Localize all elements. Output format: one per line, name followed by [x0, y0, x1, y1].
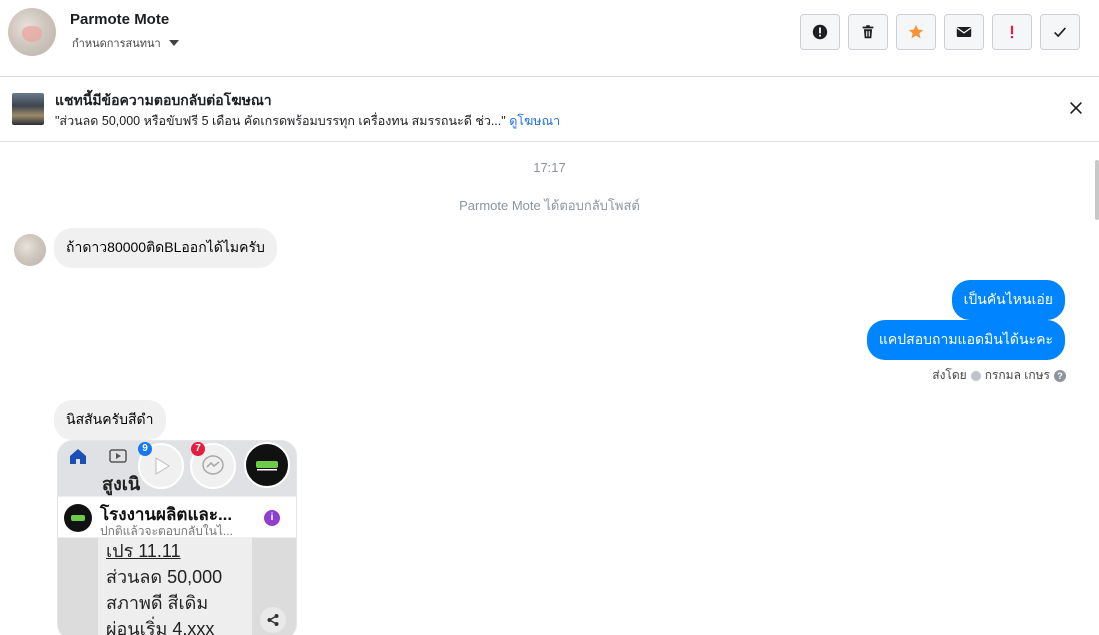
mark-done-button[interactable]	[1040, 14, 1080, 50]
delete-button[interactable]	[848, 14, 888, 50]
message-bubble-in[interactable]: ถ้าดาว80000ติดBLออกได้ไมครับ	[54, 228, 277, 268]
message-bubble-out[interactable]: แคปสอบถามแอดมินได้นะคะ	[866, 320, 1065, 360]
thread-scrollbar[interactable]	[1093, 142, 1099, 635]
video-count-badge: 9	[138, 442, 152, 456]
ad-thumbnail[interactable]	[12, 93, 44, 125]
share-icon	[267, 614, 279, 626]
mark-spam-button[interactable]	[800, 14, 840, 50]
post-line: เปร 11.11	[106, 541, 181, 561]
mark-unread-button[interactable]	[944, 14, 984, 50]
sent-by-info: ส่งโดย กรกมล เกษร ?	[932, 366, 1066, 385]
sent-by-label: ส่งโดย	[932, 368, 967, 382]
ad-quote: "ส่วนลด 50,000 หรือขับฟรี 5 เดือน คัดเกร…	[55, 114, 506, 128]
ad-banner-text: "ส่วนลด 50,000 หรือขับฟรี 5 เดือน คัดเกร…	[55, 111, 560, 131]
messenger-count-badge: 7	[191, 442, 205, 456]
play-icon	[155, 457, 170, 475]
verified-dot-icon	[970, 370, 981, 381]
page-info-row[interactable]: โรงงานผลิตและ... ปกติแล้วจะตอบกลับในไ...…	[58, 496, 296, 538]
check-icon	[1054, 27, 1067, 38]
share-button[interactable]	[260, 607, 286, 633]
messenger-icon	[202, 455, 224, 475]
ad-banner-title: แชทนี้มีข้อความตอบกลับต่อโฆษณา	[55, 92, 272, 108]
star-button[interactable]	[896, 14, 936, 50]
assign-conversation-dropdown[interactable]: กำหนดการสนทนา	[72, 34, 179, 52]
shared-post-card[interactable]: สูงเนิ 9 7 โรงงานผลิตและ... ปกติแล้วจะตอ…	[57, 440, 297, 635]
page-avatar	[64, 504, 92, 532]
envelope-icon	[956, 27, 972, 37]
exclamation-icon	[1010, 25, 1014, 39]
ad-reply-banner: แชทนี้มีข้อความตอบกลับต่อโฆษณา "ส่วนลด 5…	[0, 77, 1099, 142]
truck-logo-icon	[256, 461, 278, 471]
help-icon[interactable]: ?	[1054, 369, 1066, 382]
trash-icon	[862, 25, 874, 39]
follow-up-button[interactable]	[992, 14, 1032, 50]
message-timestamp: 17:17	[533, 160, 566, 175]
message-thread[interactable]: 17:17 Parmote Mote ได้ตอบกลับโพสต์ ถ้าดา…	[0, 142, 1099, 635]
contact-avatar[interactable]	[8, 8, 56, 56]
exclamation-circle-icon	[812, 24, 828, 40]
post-line: ผ่อนเริ่ม 4,xxx	[106, 619, 215, 635]
contact-name[interactable]: Parmote Mote	[70, 11, 169, 28]
view-ad-link[interactable]: ดูโฆษณา	[509, 114, 560, 128]
action-toolbar	[800, 14, 1080, 50]
scrollbar-thumb[interactable]	[1095, 160, 1099, 220]
close-icon[interactable]	[1067, 99, 1085, 117]
post-body: เปร 11.11 ส่วนลด 50,000 สภาพดี สีเดิม ผ่…	[98, 538, 252, 635]
assign-label: กำหนดการสนทนา	[72, 38, 161, 50]
star-icon	[908, 24, 924, 39]
post-line: ส่วนลด 50,000	[106, 567, 223, 587]
page-logo-button[interactable]	[244, 442, 290, 488]
info-icon[interactable]: i	[264, 510, 280, 526]
video-icon	[109, 449, 127, 463]
sender-avatar[interactable]	[14, 234, 46, 266]
sent-by-name: กรกมล เกษร	[984, 368, 1050, 382]
system-message: Parmote Mote ได้ตอบกลับโพสต์	[459, 198, 640, 213]
home-icon	[70, 449, 86, 464]
caret-down-icon	[168, 40, 179, 46]
card-headline: สูงเนิ	[102, 474, 141, 494]
message-bubble-out[interactable]: เป็นคันไหนเอ่ย	[951, 280, 1065, 320]
message-bubble-in[interactable]: นิสสันครับสีดำ	[54, 400, 166, 440]
post-line: สภาพดี สีเดิม	[106, 593, 209, 613]
conversation-header: Parmote Mote กำหนดการสนทนา	[0, 0, 1099, 77]
